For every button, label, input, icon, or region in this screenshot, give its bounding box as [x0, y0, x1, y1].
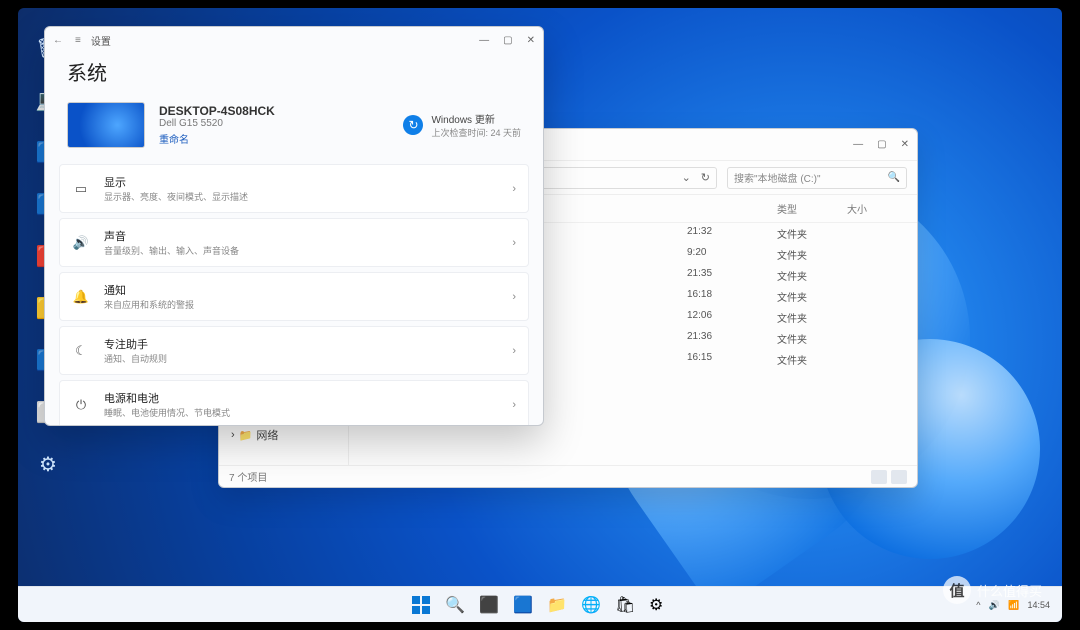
- settings-item-sub: 通知、自动规则: [104, 352, 167, 365]
- settings-item-title: 声音: [104, 228, 239, 244]
- chevron-right-icon: ›: [512, 291, 516, 303]
- settings-item[interactable]: 🔔 通知 来自应用和系统的警报 ›: [59, 272, 529, 321]
- settings-maximize-button[interactable]: ▢: [503, 35, 512, 46]
- taskbar-center: 🔍 ⬛ 🟦 📁 🌐 🛍 ⚙: [406, 590, 674, 620]
- update-icon: [403, 115, 423, 135]
- device-model: Dell G15 5520: [159, 118, 275, 129]
- widgets-button[interactable]: 🟦: [508, 590, 538, 620]
- watermark-logo: 值: [943, 576, 971, 604]
- view-details-button[interactable]: [871, 470, 887, 484]
- settings-item-icon: ▭: [72, 181, 90, 197]
- settings-item-icon: ☾: [72, 343, 90, 359]
- edge-taskbar-icon[interactable]: 🌐: [576, 590, 606, 620]
- desktop-screen: 🗑 💻 🟦 🟦 🟥 🟨 🟦 ⬜ ⚙ 看 ··· — ▢ ✕ ⌄ ↻ 搜索"本地磁…: [18, 8, 1062, 622]
- taskbar[interactable]: 🔍 ⬛ 🟦 📁 🌐 🛍 ⚙ ㅤ^ㅤ🔊ㅤ📶 14:54: [18, 586, 1062, 622]
- view-icons-button[interactable]: [891, 470, 907, 484]
- settings-item-sub: 音量级别、输出、输入、声音设备: [104, 244, 239, 257]
- settings-item[interactable]: 🔊 声音 音量级别、输出、输入、声音设备 ›: [59, 218, 529, 267]
- settings-item-title: 显示: [104, 174, 248, 190]
- settings-minimize-button[interactable]: —: [479, 35, 489, 46]
- address-chevron-icon[interactable]: ⌄: [682, 171, 691, 184]
- rename-link[interactable]: 重命名: [159, 131, 275, 146]
- menu-button[interactable]: ≡: [75, 35, 81, 46]
- update-subtitle: 上次检查时间: 24 天前: [431, 126, 521, 139]
- update-title: Windows 更新: [431, 111, 521, 126]
- search-icon: 🔍: [888, 172, 900, 183]
- settings-window[interactable]: ← ≡ 设置 — ▢ ✕ 系统 DESKTOP-4S08HCK Dell G15…: [44, 26, 544, 426]
- settings-item-title: 专注助手: [104, 336, 167, 352]
- settings-item[interactable]: ▭ 显示 显示器、亮度、夜间模式、显示描述 ›: [59, 164, 529, 213]
- watermark: 值 什么值得买: [943, 576, 1042, 604]
- chevron-right-icon: ›: [512, 345, 516, 357]
- col-size[interactable]: 大小: [847, 201, 907, 216]
- settings-title: 设置: [91, 33, 111, 48]
- settings-taskbar-icon[interactable]: ⚙: [644, 590, 674, 620]
- sidebar-network[interactable]: › 📁 网络: [225, 423, 342, 447]
- settings-item-sub: 来自应用和系统的警报: [104, 298, 194, 311]
- col-type[interactable]: 类型: [777, 201, 847, 216]
- settings-titlebar[interactable]: ← ≡ 设置 — ▢ ✕: [45, 27, 543, 53]
- chevron-right-icon: ›: [512, 183, 516, 195]
- address-refresh-icon[interactable]: ↻: [701, 171, 710, 184]
- settings-item-title: 电源和电池: [104, 390, 230, 406]
- back-button[interactable]: ←: [53, 35, 63, 46]
- settings-item-sub: 显示器、亮度、夜间模式、显示描述: [104, 190, 248, 203]
- settings-item-title: 通知: [104, 282, 194, 298]
- explorer-maximize-button[interactable]: ▢: [877, 139, 886, 150]
- chevron-right-icon: ›: [512, 399, 516, 411]
- device-thumbnail: [67, 102, 145, 148]
- page-title: 系统: [67, 57, 521, 86]
- chevron-right-icon: ›: [231, 429, 235, 441]
- search-placeholder: 搜索"本地磁盘 (C:)": [734, 170, 821, 185]
- col-date[interactable]: [687, 201, 777, 216]
- settings-header: 系统: [45, 53, 543, 98]
- explorer-close-button[interactable]: ✕: [901, 139, 909, 150]
- settings-item-icon: 🔊: [72, 235, 90, 251]
- windows-update-tile[interactable]: Windows 更新 上次检查时间: 24 天前: [403, 111, 521, 139]
- settings-item-icon: 🔔: [72, 289, 90, 305]
- settings-item-icon: ⏻: [72, 397, 90, 413]
- device-name: DESKTOP-4S08HCK: [159, 104, 275, 118]
- settings-item-sub: 睡眠、电池使用情况、节电模式: [104, 406, 230, 419]
- settings-item[interactable]: ⏻ 电源和电池 睡眠、电池使用情况、节电模式 ›: [59, 380, 529, 425]
- settings-item-list: ▭ 显示 显示器、亮度、夜间模式、显示描述 › 🔊 声音 音量级别、输出、输入、…: [45, 164, 543, 425]
- store-taskbar-icon[interactable]: 🛍: [610, 590, 640, 620]
- explorer-statusbar: 7 个项目: [219, 465, 917, 487]
- explorer-taskbar-icon[interactable]: 📁: [542, 590, 572, 620]
- desktop-settings-icon[interactable]: ⚙: [28, 444, 68, 484]
- settings-item[interactable]: ☾ 专注助手 通知、自动规则 ›: [59, 326, 529, 375]
- item-count: 7 个项目: [229, 469, 267, 484]
- start-button[interactable]: [406, 590, 436, 620]
- chevron-right-icon: ›: [512, 237, 516, 249]
- device-info-row: DESKTOP-4S08HCK Dell G15 5520 重命名 Window…: [45, 98, 543, 164]
- explorer-search-input[interactable]: 搜索"本地磁盘 (C:)" 🔍: [727, 167, 907, 189]
- settings-close-button[interactable]: ✕: [527, 35, 535, 46]
- task-view-button[interactable]: ⬛: [474, 590, 504, 620]
- watermark-text: 什么值得买: [977, 581, 1042, 600]
- explorer-minimize-button[interactable]: —: [853, 139, 863, 150]
- search-button[interactable]: 🔍: [440, 590, 470, 620]
